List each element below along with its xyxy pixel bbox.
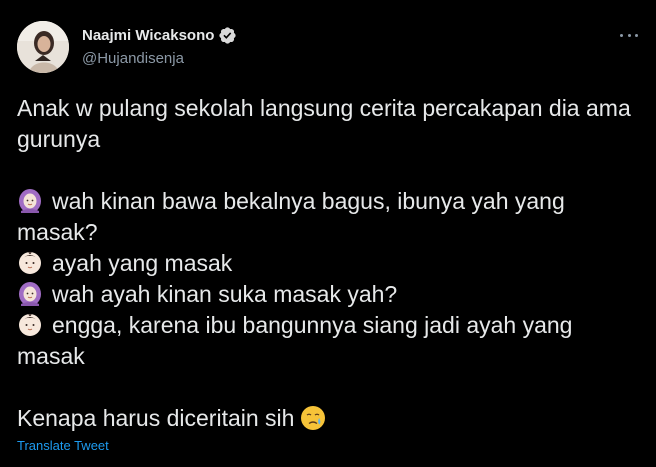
dialogue-line: engga, karena ibu bangunnya siang jadi a… [17,310,642,372]
dialogue-line: ayah yang masak [17,248,642,279]
author-handle[interactable]: @Hujandisenja [82,50,184,67]
baby-face-icon [17,311,43,337]
more-horizontal-icon[interactable] [620,26,638,44]
dialogue-text: wah kinan bawa bekalnya bagus, ibunya ya… [17,188,565,245]
closing-text: Kenapa harus diceritain sih [17,405,295,431]
avatar[interactable] [17,21,69,73]
dialogue-text: ayah yang masak [52,250,233,276]
author-display-name[interactable]: Naajmi Wicaksono [82,27,214,44]
tweet-closing: Kenapa harus diceritain sih [17,403,642,434]
dialogue-text: wah ayah kinan suka masak yah? [52,281,398,307]
crying-face-icon [300,405,326,431]
author-name-row[interactable]: Naajmi Wicaksono [82,26,237,45]
baby-face-icon [17,249,43,275]
dialogue-line: wah ayah kinan suka masak yah? [17,279,642,310]
translate-tweet-link[interactable]: Translate Tweet [17,438,109,453]
woman-with-headscarf-icon [17,280,43,306]
tweet-card: Naajmi Wicaksono @Hujandisenja Anak w pu… [0,0,656,467]
dialogue-text: engga, karena ibu bangunnya siang jadi a… [17,312,573,369]
tweet-intro: Anak w pulang sekolah langsung cerita pe… [17,95,631,152]
woman-with-headscarf-icon [17,187,43,213]
verified-badge-icon [218,26,237,45]
avatar-image [17,21,69,73]
tweet-text: Anak w pulang sekolah langsung cerita pe… [17,93,642,434]
dialogue-line: wah kinan bawa bekalnya bagus, ibunya ya… [17,186,642,248]
